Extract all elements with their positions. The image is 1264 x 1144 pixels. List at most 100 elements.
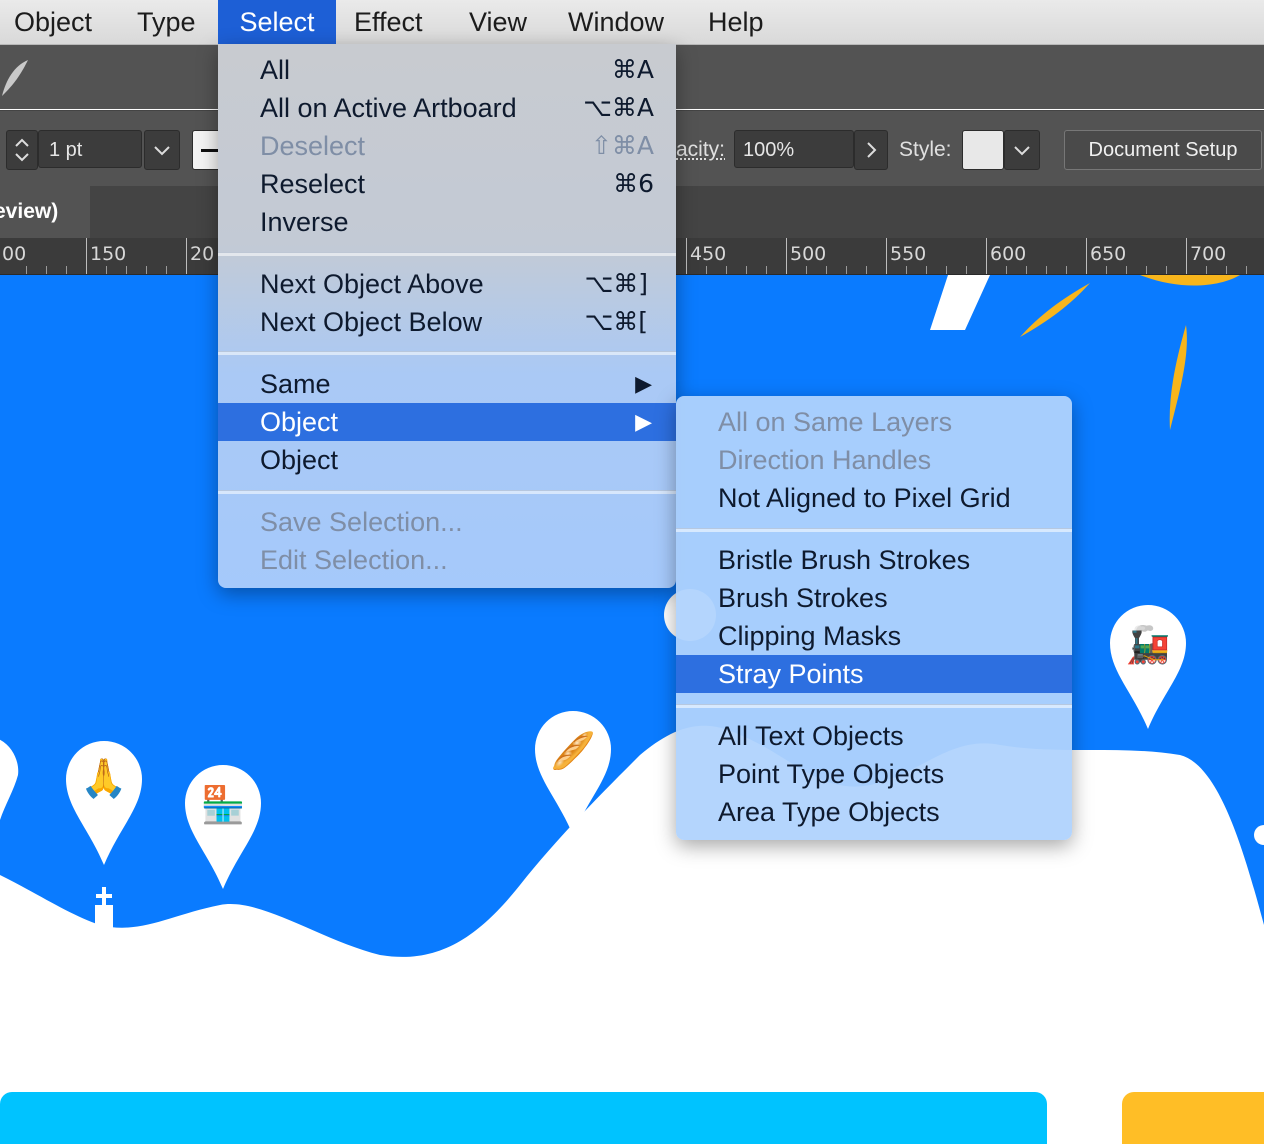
opacity-value: 100%	[743, 139, 795, 161]
stroke-weight-dropdown[interactable]	[144, 130, 180, 170]
menu-item-label: Brush Strokes	[718, 583, 888, 613]
menu-item-label: Object	[260, 407, 339, 437]
style-label: Style:	[899, 138, 952, 161]
menu-item-edit-selection: Edit Selection...	[218, 541, 676, 579]
menu-select[interactable]: Select	[218, 0, 336, 44]
submenu-item-point-type-objects[interactable]: Point Type Objects	[676, 755, 1072, 793]
document-setup-label: Document Setup	[1088, 139, 1238, 161]
submenu-item-clipping-masks[interactable]: Clipping Masks	[676, 617, 1072, 655]
menu-item-shortcut: ⇧⌘A	[590, 131, 654, 160]
ruler-label: 700	[1190, 243, 1227, 265]
ruler-label: 450	[690, 243, 727, 265]
svg-text:🥖: 🥖	[551, 730, 596, 771]
menu-item-object[interactable]: Object ▶	[218, 403, 676, 441]
menu-item-next-object-above[interactable]: Next Object Above ⌥⌘]	[218, 265, 676, 303]
submenu-arrow-icon: ▶	[635, 371, 652, 396]
menu-object[interactable]: Object	[14, 0, 92, 44]
menu-item-label: Direction Handles	[718, 445, 932, 475]
menu-separator	[218, 351, 676, 355]
style-swatch[interactable]	[962, 130, 1004, 170]
menu-item-shortcut: ⌥⌘A	[583, 93, 654, 122]
submenu-item-brush-strokes[interactable]: Brush Strokes	[676, 579, 1072, 617]
feather-icon	[2, 60, 28, 96]
svg-text:🏪: 🏪	[201, 784, 246, 825]
select-menu-dropdown: All ⌘A All on Active Artboard ⌥⌘A Desele…	[218, 44, 676, 588]
chevron-down-icon	[154, 146, 170, 156]
stroke-weight-input[interactable]: 1 pt	[38, 130, 142, 168]
menu-item-same[interactable]: Same ▶	[218, 365, 676, 403]
opacity-label: acity:	[676, 138, 726, 161]
menu-effect[interactable]: Effect	[354, 0, 423, 44]
menu-item-inverse[interactable]: Inverse	[218, 203, 676, 241]
menu-item-shortcut: ⌘A	[611, 55, 654, 84]
menu-item-label: Deselect	[260, 131, 366, 161]
chevron-right-icon	[867, 142, 877, 158]
menu-item-label: All on Same Layers	[718, 407, 953, 437]
menu-item-next-object-below[interactable]: Next Object Below ⌥⌘[	[218, 303, 676, 341]
svg-text:🙏: 🙏	[80, 757, 127, 800]
submenu-item-area-type-objects[interactable]: Area Type Objects	[676, 793, 1072, 831]
object-submenu: All on Same Layers Direction Handles Not…	[676, 396, 1072, 840]
document-setup-button[interactable]: Document Setup	[1064, 130, 1262, 170]
menu-window[interactable]: Window	[568, 0, 664, 44]
stroke-weight-value: 1 pt	[49, 139, 83, 161]
menu-item-label: Object	[260, 445, 339, 475]
menu-separator	[218, 252, 676, 256]
menu-item-shortcut: ⌥⌘]	[584, 269, 648, 298]
submenu-item-not-aligned-to-pixel-grid[interactable]: Not Aligned to Pixel Grid	[676, 479, 1072, 517]
menu-item-label: Clipping Masks	[718, 621, 902, 651]
church-tower	[95, 905, 113, 955]
menu-item-shortcut: ⌥⌘[	[584, 307, 648, 336]
ruler-label: 550	[890, 243, 927, 265]
chevron-down-icon	[1014, 146, 1030, 156]
menu-view[interactable]: View	[469, 0, 527, 44]
menu-item-label: Reselect	[260, 169, 366, 199]
stepper-arrows-icon	[15, 138, 29, 162]
menu-item-shortcut: ⌘6	[613, 169, 654, 198]
document-tab-title: eview)	[0, 200, 59, 223]
menu-separator	[676, 704, 1072, 708]
ruler-label: 00	[2, 243, 27, 265]
ruler-label: 650	[1090, 243, 1127, 265]
menu-item-label: Bristle Brush Strokes	[718, 545, 971, 575]
ruler-label: 500	[790, 243, 827, 265]
svg-text:🚂: 🚂	[1126, 624, 1171, 665]
menu-item-label: All on Active Artboard	[260, 93, 517, 123]
menu-item-label: Not Aligned to Pixel Grid	[718, 483, 1011, 513]
opacity-input[interactable]: 100%	[734, 130, 854, 168]
menu-item-label: All Text Objects	[718, 721, 904, 751]
ruler-label: 20	[190, 243, 215, 265]
menu-item-label: Point Type Objects	[718, 759, 945, 789]
menu-item-all-on-active-artboard[interactable]: All on Active Artboard ⌥⌘A	[218, 89, 676, 127]
menu-item-save-selection: Save Selection...	[218, 503, 676, 541]
submenu-item-all-text-objects[interactable]: All Text Objects	[676, 717, 1072, 755]
menu-separator	[676, 528, 1072, 532]
menu-bar: Object Type Select Effect View Window He…	[0, 0, 1264, 45]
menu-separator	[218, 490, 676, 494]
submenu-item-all-on-same-layers: All on Same Layers	[676, 403, 1072, 441]
ruler-label: 600	[990, 243, 1027, 265]
menu-item-object-2[interactable]: Object	[218, 441, 676, 479]
style-dropdown[interactable]	[1004, 130, 1040, 170]
document-tab[interactable]: eview)	[0, 186, 90, 238]
submenu-arrow-icon: ▶	[635, 409, 652, 434]
menu-item-deselect: Deselect ⇧⌘A	[218, 127, 676, 165]
submenu-item-bristle-brush-strokes[interactable]: Bristle Brush Strokes	[676, 541, 1072, 579]
menu-item-label: Area Type Objects	[718, 797, 940, 827]
menu-item-label: Next Object Below	[260, 307, 483, 337]
menu-type[interactable]: Type	[137, 0, 196, 44]
opacity-dropdown[interactable]	[854, 130, 888, 170]
submenu-item-direction-handles: Direction Handles	[676, 441, 1072, 479]
menu-item-reselect[interactable]: Reselect ⌘6	[218, 165, 676, 203]
menu-item-all[interactable]: All ⌘A	[218, 51, 676, 89]
submenu-item-stray-points[interactable]: Stray Points	[676, 655, 1072, 693]
menu-help[interactable]: Help	[708, 0, 764, 44]
menu-item-label: Inverse	[260, 207, 349, 237]
menu-item-label: Save Selection...	[260, 507, 463, 537]
stroke-weight-stepper[interactable]	[6, 130, 38, 170]
ruler-label: 150	[90, 243, 127, 265]
menu-item-label: Next Object Above	[260, 269, 484, 299]
menu-item-label: Same	[260, 369, 331, 399]
menu-item-label: All	[260, 55, 291, 85]
yellow-panel	[1122, 1092, 1264, 1144]
